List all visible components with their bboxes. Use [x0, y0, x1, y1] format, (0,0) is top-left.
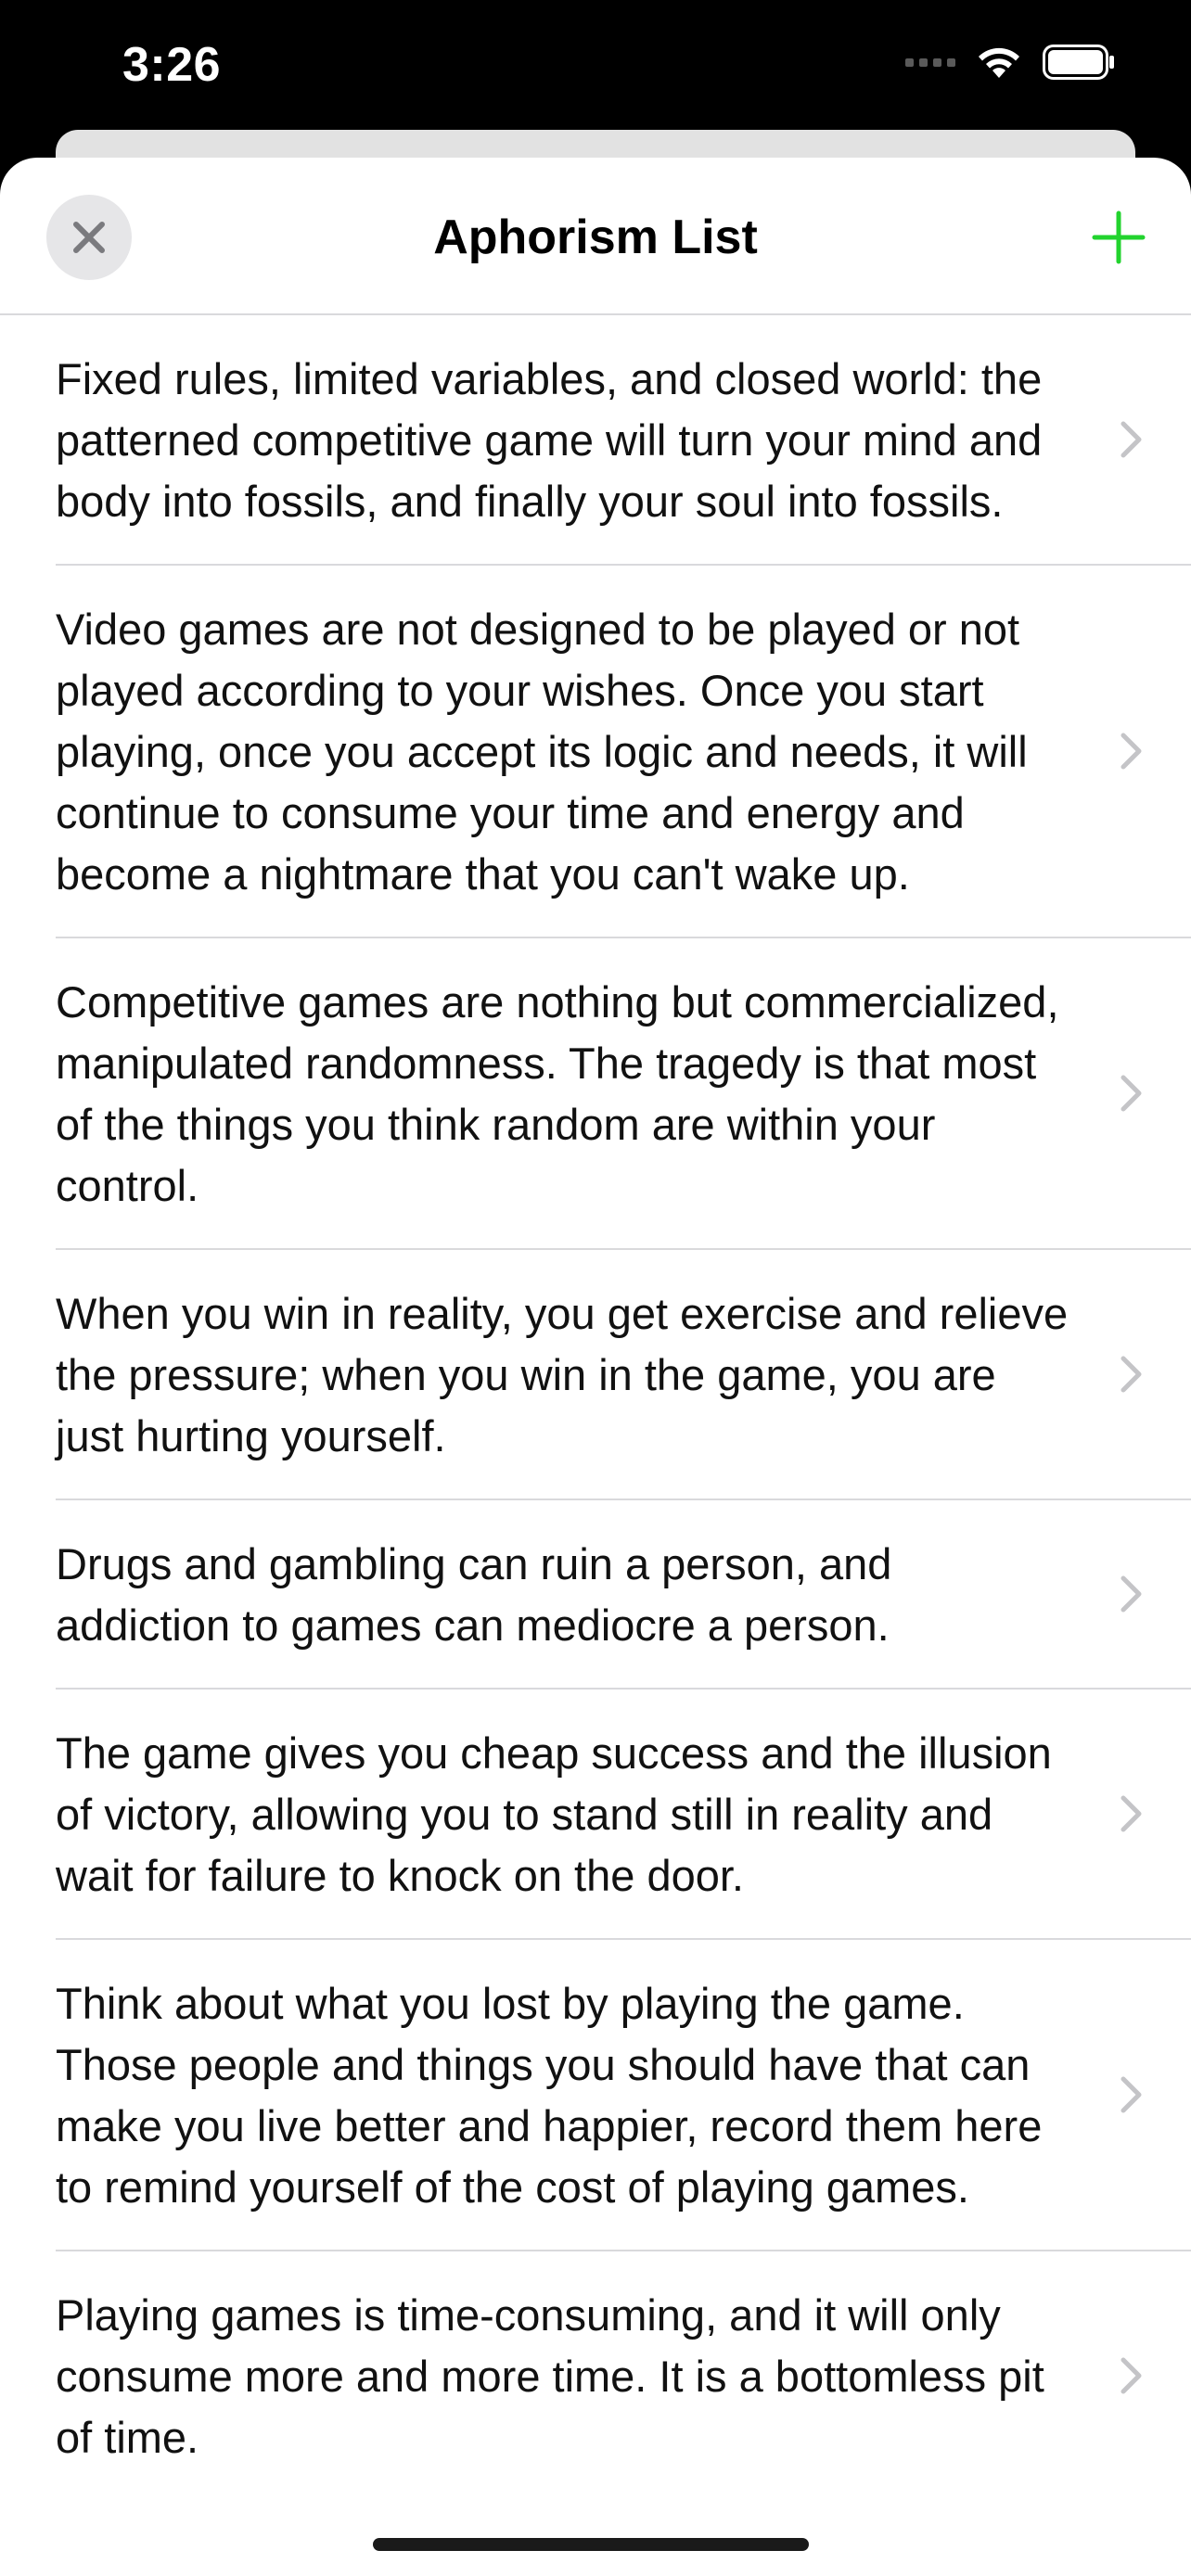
wifi-icon — [976, 45, 1022, 80]
list-item[interactable]: The game gives you cheap success and the… — [0, 1690, 1191, 1940]
navigation-bar: Aphorism List — [0, 158, 1191, 315]
chevron-right-icon — [1121, 2076, 1142, 2113]
chevron-right-icon — [1121, 1075, 1142, 1112]
list-item[interactable]: Playing games is time-consuming, and it … — [0, 2251, 1191, 2502]
status-bar: 3:26 — [0, 0, 1191, 130]
cellular-signal-icon — [905, 57, 955, 67]
chevron-right-icon — [1121, 733, 1142, 770]
list-item[interactable]: Think about what you lost by playing the… — [0, 1940, 1191, 2251]
list-item[interactable]: When you win in reality, you get exercis… — [0, 1250, 1191, 1500]
chevron-right-icon — [1121, 1356, 1142, 1393]
status-time: 3:26 — [122, 38, 222, 92]
list-item[interactable]: Fixed rules, limited variables, and clos… — [0, 315, 1191, 566]
aphorism-text: Playing games is time-consuming, and it … — [56, 2290, 1044, 2462]
aphorism-text: Fixed rules, limited variables, and clos… — [56, 354, 1043, 526]
add-aphorism-button[interactable] — [1085, 204, 1152, 271]
plus-icon — [1092, 210, 1146, 264]
aphorism-text: Think about what you lost by playing the… — [56, 1979, 1043, 2212]
page-title: Aphorism List — [433, 210, 758, 264]
chevron-right-icon — [1121, 421, 1142, 458]
chevron-right-icon — [1121, 1795, 1142, 1832]
aphorism-list: Fixed rules, limited variables, and clos… — [0, 315, 1191, 2502]
aphorism-sheet: Aphorism List Fixed rules, limited varia… — [0, 158, 1191, 2576]
aphorism-text: Competitive games are nothing but commer… — [56, 977, 1059, 1210]
home-indicator[interactable] — [373, 2538, 809, 2551]
status-icons — [905, 45, 1115, 80]
list-item[interactable]: Drugs and gambling can ruin a person, an… — [0, 1500, 1191, 1690]
aphorism-text: Video games are not designed to be playe… — [56, 605, 1028, 899]
aphorism-text: The game gives you cheap success and the… — [56, 1728, 1052, 1900]
aphorism-text: When you win in reality, you get exercis… — [56, 1289, 1069, 1460]
battery-icon — [1043, 45, 1115, 80]
list-item[interactable]: Video games are not designed to be playe… — [0, 566, 1191, 938]
chevron-right-icon — [1121, 1575, 1142, 1613]
chevron-right-icon — [1121, 2357, 1142, 2394]
list-item[interactable]: Competitive games are nothing but commer… — [0, 938, 1191, 1250]
aphorism-text: Drugs and gambling can ruin a person, an… — [56, 1539, 892, 1650]
